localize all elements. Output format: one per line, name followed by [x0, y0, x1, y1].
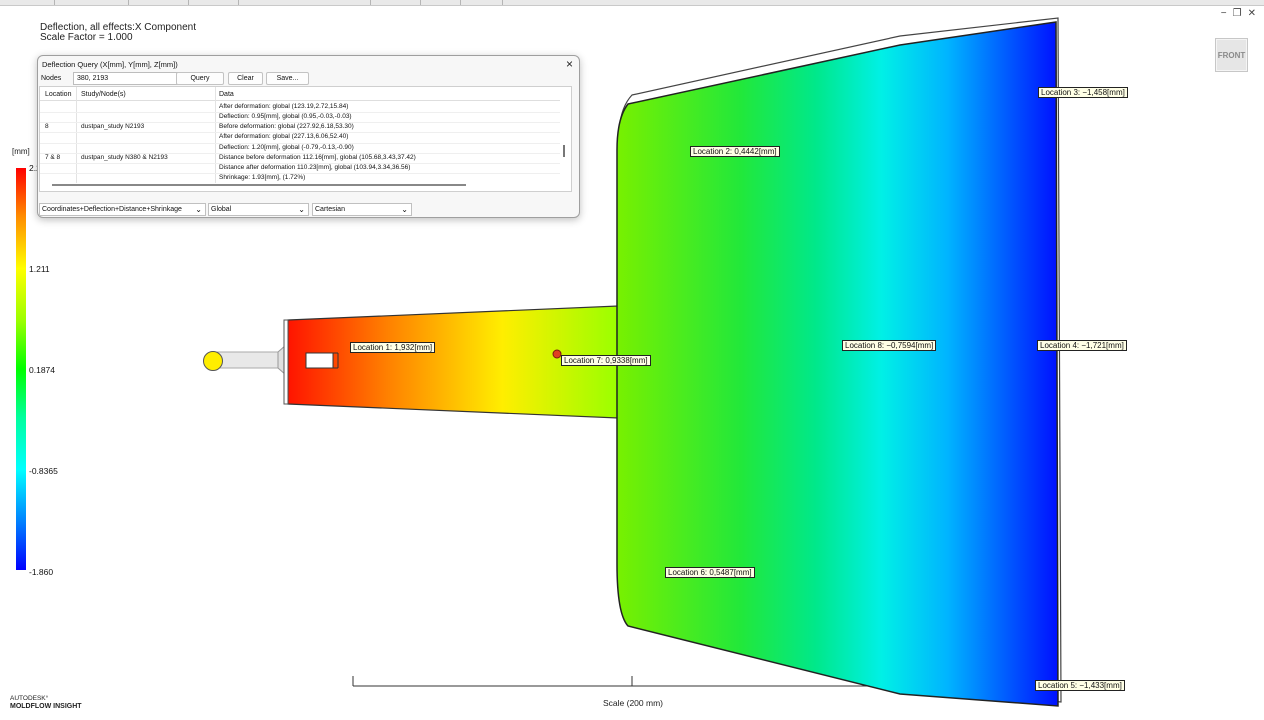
table-cell: Deflection: 1.20[mm], global (-0.79,-0.1…	[219, 144, 354, 151]
legend-unit: [mm]	[12, 147, 30, 156]
location-label[interactable]: Location 3: −1,458[mm]	[1038, 87, 1128, 98]
column-header-study: Study/Node(s)	[81, 91, 126, 98]
brand-logo: AUTODESK° MOLDFLOW INSIGHT	[10, 695, 82, 711]
chevron-down-icon: ⌄	[195, 205, 202, 214]
view-cube-front[interactable]: FRONT	[1215, 38, 1248, 72]
horizontal-scrollbar[interactable]	[52, 184, 466, 186]
query-button[interactable]: Query	[176, 72, 224, 85]
table-cell: 8	[45, 123, 49, 130]
save-button[interactable]: Save...	[266, 72, 309, 85]
table-cell: After deformation: global (227.13,6.06,5…	[219, 133, 349, 140]
scale-bar	[352, 676, 912, 687]
column-header-data: Data	[219, 91, 234, 98]
scale-factor: Scale Factor = 1.000	[40, 32, 133, 43]
clear-button[interactable]: Clear	[228, 72, 263, 85]
legend-tick: -1.860	[29, 567, 54, 577]
location-label[interactable]: Location 4: −1,721[mm]	[1037, 340, 1127, 351]
pan-part	[616, 21, 1059, 707]
result-info: Deflection, all effects:X Component Scal…	[40, 23, 196, 43]
brand-autodesk: AUTODESK°	[10, 695, 49, 702]
output-type-value: Coordinates+Deflection+Distance+Shrinkag…	[42, 206, 182, 213]
table-cell: After deformation: global (123.19,2.72,1…	[219, 103, 349, 110]
table-cell: dustpan_study N380 & N2193	[81, 154, 168, 161]
location-label[interactable]: Location 6: 0,5487[mm]	[665, 567, 755, 578]
injection-runner	[203, 343, 287, 377]
coordinate-type-value: Cartesian	[315, 206, 345, 213]
handle-end	[283, 319, 289, 405]
location-label[interactable]: Location 8: −0,7594[mm]	[842, 340, 937, 351]
deflection-query-dialog: Deflection Query (X[mm], Y[mm], Z[mm]) ×…	[37, 55, 580, 218]
table-cell: 7 & 8	[45, 154, 61, 161]
nodes-label: Nodes	[41, 75, 62, 82]
vertical-scrollbar[interactable]	[563, 145, 565, 157]
location-label[interactable]: Location 7: 0,9338[mm]	[561, 355, 651, 366]
table-cell: Distance before deformation 112.16[mm], …	[219, 154, 416, 161]
location-label[interactable]: Location 5: −1,433[mm]	[1035, 680, 1125, 691]
results-table[interactable]: Location Study/Node(s) Data After deform…	[39, 86, 572, 192]
brand-product: MOLDFLOW INSIGHT	[10, 703, 82, 710]
table-cell: Before deformation: global (227.92,6.18,…	[219, 123, 354, 130]
coordinate-system-value: Global	[211, 206, 232, 213]
node-marker[interactable]	[552, 349, 562, 359]
close-icon[interactable]: ×	[566, 57, 573, 71]
table-cell: Distance after deformation 110.23[mm], g…	[219, 164, 411, 171]
dialog-title: Deflection Query (X[mm], Y[mm], Z[mm])	[42, 60, 178, 69]
coordinate-system-dropdown[interactable]: Global ⌄	[208, 203, 309, 216]
scale-label: Scale (200 mm)	[603, 698, 663, 708]
column-header-location: Location	[45, 91, 72, 98]
coordinate-type-dropdown[interactable]: Cartesian ⌄	[312, 203, 412, 216]
chevron-down-icon: ⌄	[298, 205, 305, 214]
location-label[interactable]: Location 2: 0,4442[mm]	[690, 146, 780, 157]
table-cell: Deflection: 0.95[mm], global (0.95,-0.03…	[219, 113, 352, 120]
legend-tick: 1.211	[29, 264, 50, 274]
location-label[interactable]: Location 1: 1,932[mm]	[350, 342, 436, 353]
handle-hole	[305, 352, 334, 369]
legend-color-bar	[16, 168, 26, 570]
chevron-down-icon: ⌄	[401, 205, 408, 214]
table-cell: dustpan_study N2193	[81, 123, 145, 130]
output-type-dropdown[interactable]: Coordinates+Deflection+Distance+Shrinkag…	[39, 203, 206, 216]
legend-tick: 0.1874	[29, 365, 55, 375]
table-cell: Shrinkage: 1.93[mm], (1.72%)	[219, 174, 306, 181]
legend-tick: -0.8365	[29, 466, 58, 476]
